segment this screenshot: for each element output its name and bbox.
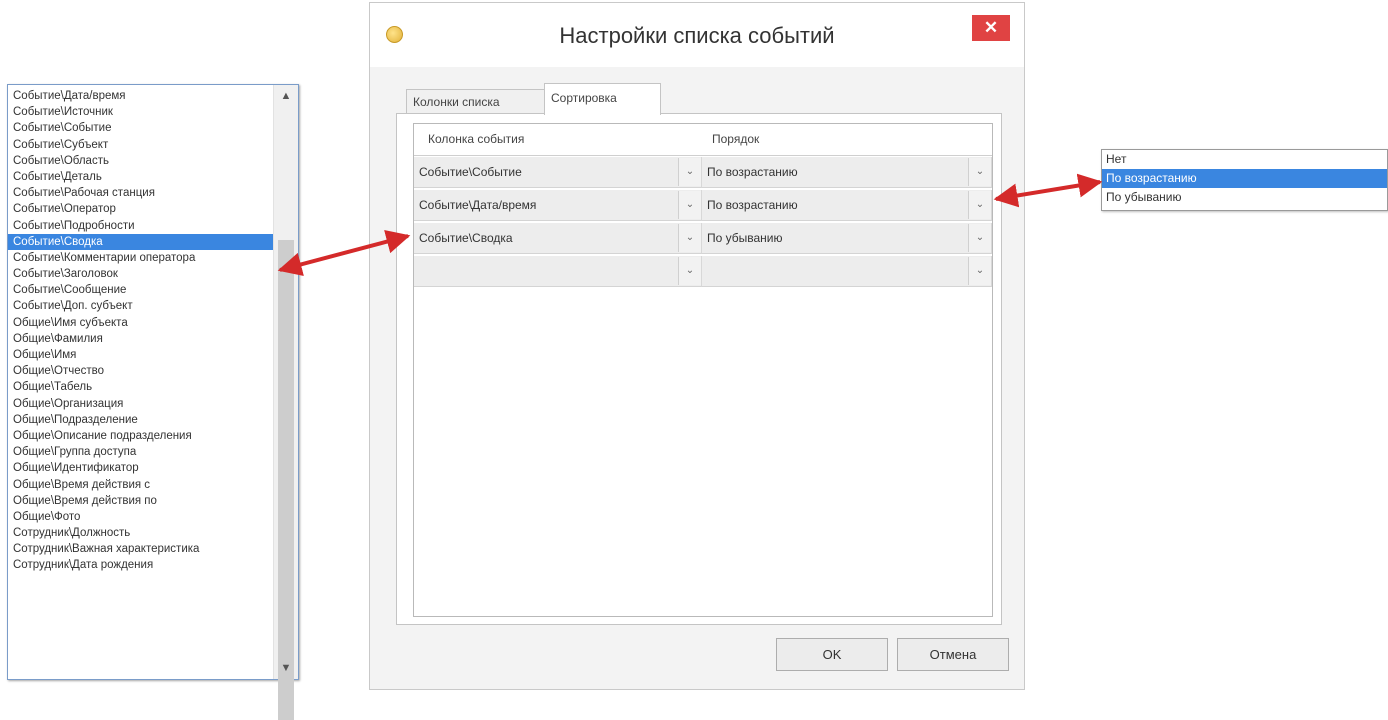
tab-sorting[interactable]: Сортировка	[544, 83, 661, 115]
arrow-left	[277, 229, 411, 277]
arrow-right	[993, 173, 1103, 208]
annotation-arrows	[277, 173, 1103, 277]
